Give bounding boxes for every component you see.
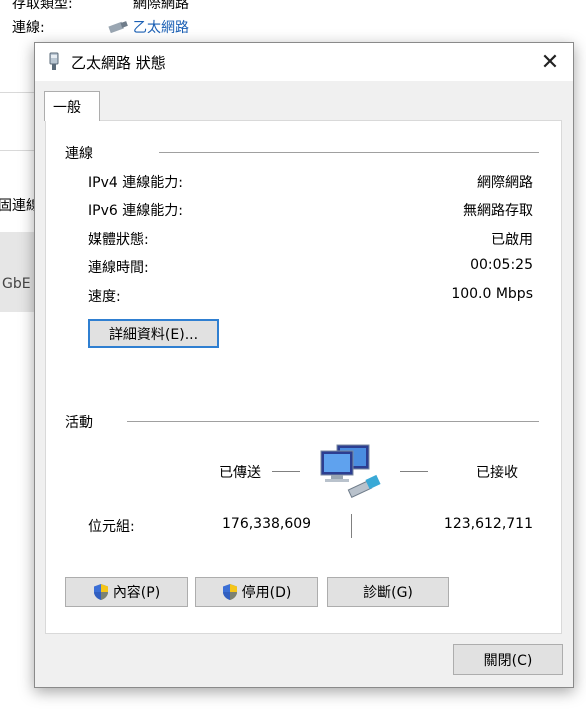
general-panel: 連線 IPv4 連線能力: 網際網路 IPv6 連線能力: 無網路存取 媒體狀態… [45,120,562,634]
connection-link[interactable]: 乙太網路 [108,17,189,37]
ipv6-label: IPv6 連線能力: [88,203,183,219]
close-button[interactable]: 關閉(C) [453,644,563,675]
close-icon[interactable]: ✕ [527,43,573,81]
bg-selected-item [0,232,34,312]
ipv4-value: 網際網路 [477,175,533,191]
properties-button[interactable]: 內容(P) [65,577,188,607]
diagnose-button[interactable]: 診斷(G) [327,577,449,607]
sent-dash [272,471,300,472]
activity-group-title: 活動 [65,415,93,431]
ipv6-value: 無網路存取 [463,203,533,219]
access-type-label: 存取類型: [12,0,73,12]
group-divider [127,421,539,422]
status-dialog: 乙太網路 狀態 ✕ 一般 連線 IPv4 連線能力: 網際網路 IPv6 連線能… [34,42,574,688]
uac-shield-icon [222,584,237,600]
duration-label: 連線時間: [88,260,149,276]
group-divider [159,152,539,153]
received-label: 已接收 [476,465,518,481]
connections-label: 連線: [12,20,45,36]
received-dash [400,471,428,472]
connection-link-text: 乙太網路 [133,20,189,36]
title-bar: 乙太網路 狀態 ✕ [35,43,573,81]
network-computers-icon [319,443,385,505]
bytes-received-value: 123,612,711 [443,516,533,532]
tab-general[interactable]: 一般 [44,91,100,121]
media-state-value: 已啟用 [491,232,533,248]
ethernet-icon [108,21,128,33]
disable-button[interactable]: 停用(D) [195,577,318,607]
speed-label: 速度: [88,289,121,305]
connection-group-title: 連線 [65,146,93,162]
bytes-sent-value: 176,338,609 [222,516,312,532]
media-state-label: 媒體狀態: [88,232,149,248]
sent-label: 已傳送 [219,465,261,481]
details-button[interactable]: 詳細資料(E)... [88,319,219,348]
bytes-label: 位元組: [88,519,135,535]
disable-button-label: 停用(D) [241,585,292,601]
bg-partial-text-2: GbE [2,276,31,292]
access-type-value: 網際網路 [133,0,189,12]
bg-divider [0,150,34,151]
network-adapter-icon [47,52,61,76]
properties-button-label: 內容(P) [112,585,161,601]
speed-value: 100.0 Mbps [451,286,533,302]
dialog-title: 乙太網路 狀態 [71,54,166,72]
uac-shield-icon [93,584,108,600]
ipv4-label: IPv4 連線能力: [88,175,183,191]
duration-value: 00:05:25 [470,257,533,273]
bytes-separator [351,514,352,538]
bg-partial-text: 固連線 [0,198,34,214]
bg-divider [0,92,34,93]
